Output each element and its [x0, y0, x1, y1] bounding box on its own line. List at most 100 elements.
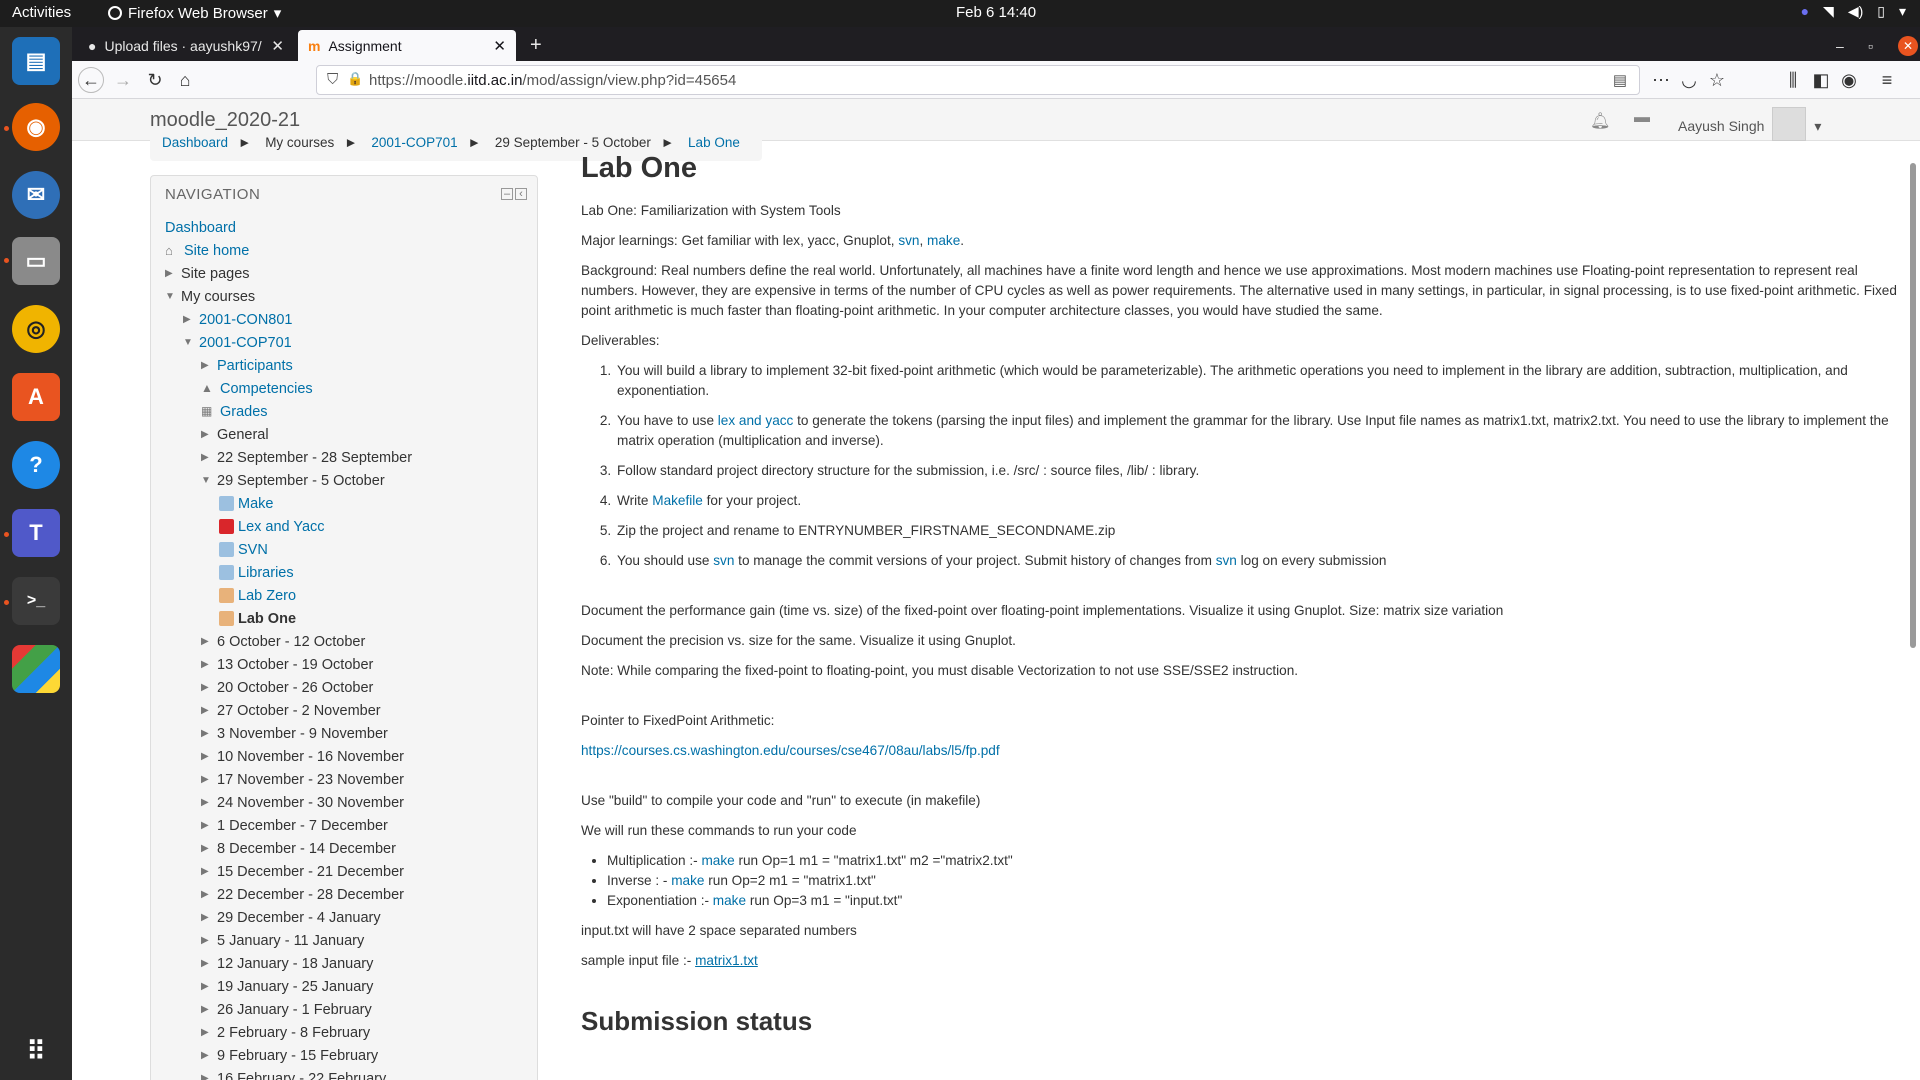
- hamburger-menu-icon[interactable]: ≡: [1874, 67, 1900, 93]
- close-icon[interactable]: ✕: [271, 37, 284, 55]
- nav-week-item[interactable]: ▶ 6 October - 12 October: [201, 630, 365, 653]
- nav-activity-lab-one[interactable]: Lab One: [238, 611, 296, 627]
- nav-week-item[interactable]: ▶ 27 October - 2 November: [201, 699, 381, 722]
- nav-week-item[interactable]: ▶ 26 January - 1 February: [201, 998, 372, 1021]
- nav-course-cop701[interactable]: 2001-COP701: [199, 335, 292, 351]
- library-icon[interactable]: ⫼: [1780, 67, 1806, 93]
- pocket-icon[interactable]: ◡: [1676, 67, 1702, 93]
- tab-assignment[interactable]: m Assignment ✕: [298, 30, 516, 61]
- home-button[interactable]: ⌂: [172, 67, 198, 93]
- nav-my-courses[interactable]: My courses: [181, 289, 255, 305]
- back-button[interactable]: ←: [78, 67, 104, 93]
- reload-button[interactable]: ↻: [142, 67, 168, 93]
- bookmark-star-icon[interactable]: ☆: [1704, 67, 1730, 93]
- svn-link[interactable]: svn: [898, 233, 919, 248]
- user-menu[interactable]: Aayush Singh ▾: [1678, 107, 1821, 143]
- close-icon[interactable]: ✕: [493, 37, 506, 55]
- nav-week-item[interactable]: ▶ 9 February - 15 February: [201, 1044, 378, 1067]
- clock[interactable]: Feb 6 14:40: [956, 4, 1036, 21]
- notifications-icon[interactable]: 🔔︎: [1590, 111, 1610, 131]
- expand-arrow-icon[interactable]: ▶: [201, 705, 217, 716]
- expand-arrow-icon[interactable]: ▶: [201, 452, 217, 463]
- nav-week-item[interactable]: ▶ 8 December - 14 December: [201, 837, 396, 860]
- app-menu[interactable]: Firefox Web Browser ▾: [108, 4, 281, 22]
- nav-activity-make[interactable]: Make: [238, 496, 273, 512]
- office-icon[interactable]: [12, 645, 60, 693]
- nav-week-item[interactable]: ▶ 20 October - 26 October: [201, 676, 373, 699]
- forward-button[interactable]: →: [110, 67, 136, 93]
- expand-arrow-icon[interactable]: ▶: [201, 360, 217, 371]
- apps-grid-icon[interactable]: ⠿: [12, 1027, 60, 1075]
- make-link[interactable]: make: [927, 233, 960, 248]
- teams-icon[interactable]: T: [12, 509, 60, 557]
- page-scrollbar[interactable]: [1910, 163, 1916, 648]
- minimize-icon[interactable]: –: [1826, 30, 1854, 61]
- power-menu-icon[interactable]: ▾: [1899, 3, 1906, 20]
- expand-arrow-icon[interactable]: ▶: [201, 728, 217, 739]
- makefile-link[interactable]: Makefile: [652, 493, 703, 508]
- software-icon[interactable]: A: [12, 373, 60, 421]
- wifi-icon[interactable]: ◥: [1823, 3, 1834, 20]
- expand-arrow-icon[interactable]: ▶: [201, 912, 217, 923]
- expand-arrow-icon[interactable]: ▶: [201, 429, 217, 440]
- nav-general[interactable]: General: [217, 427, 269, 443]
- make-link[interactable]: make: [671, 873, 704, 888]
- expand-arrow-icon[interactable]: ▶: [201, 889, 217, 900]
- nav-participants[interactable]: Participants: [217, 358, 293, 374]
- thunderbird-icon[interactable]: ✉: [12, 171, 60, 219]
- breadcrumb-course[interactable]: 2001-COP701: [371, 135, 457, 150]
- make-link[interactable]: make: [701, 853, 734, 868]
- collapse-icon[interactable]: –: [501, 188, 513, 200]
- nav-activity-lex-yacc[interactable]: Lex and Yacc: [238, 519, 325, 535]
- nav-week-item[interactable]: ▶ 17 November - 23 November: [201, 768, 404, 791]
- activities-button[interactable]: Activities: [12, 4, 71, 21]
- nav-dashboard[interactable]: Dashboard: [165, 220, 236, 236]
- nav-week-sep29[interactable]: 29 September - 5 October: [217, 473, 385, 489]
- nav-week-item[interactable]: ▶ 1 December - 7 December: [201, 814, 388, 837]
- url-bar[interactable]: ⛉ 🔒 https://moodle.iitd.ac.in/mod/assign…: [316, 65, 1640, 95]
- expand-arrow-icon[interactable]: ▶: [201, 682, 217, 693]
- dock-block-icon[interactable]: ‹: [515, 188, 527, 200]
- nav-site-home[interactable]: Site home: [184, 243, 249, 259]
- expand-arrow-icon[interactable]: ▶: [201, 958, 217, 969]
- expand-arrow-icon[interactable]: ▶: [201, 820, 217, 831]
- nav-week-sep22[interactable]: 22 September - 28 September: [217, 450, 412, 466]
- expand-arrow-icon[interactable]: ▶: [201, 774, 217, 785]
- new-tab-button[interactable]: +: [520, 30, 552, 61]
- nav-week-item[interactable]: ▶ 24 November - 30 November: [201, 791, 404, 814]
- nav-activity-lab-zero[interactable]: Lab Zero: [238, 588, 296, 604]
- sidebar-icon[interactable]: ◧: [1808, 67, 1834, 93]
- make-link[interactable]: make: [713, 893, 746, 908]
- writer-icon[interactable]: ▤: [12, 37, 60, 85]
- more-actions-icon[interactable]: ⋯: [1648, 67, 1674, 93]
- collapse-arrow-icon[interactable]: ▼: [183, 337, 199, 348]
- nav-week-item[interactable]: ▶ 16 February - 22 February: [201, 1067, 386, 1080]
- system-tray[interactable]: ● ◥ ◀) ▯ ▾: [1801, 3, 1906, 20]
- nav-week-item[interactable]: ▶ 22 December - 28 December: [201, 883, 404, 906]
- breadcrumb-lab-one[interactable]: Lab One: [688, 135, 740, 150]
- nav-week-item[interactable]: ▶ 2 February - 8 February: [201, 1021, 370, 1044]
- expand-arrow-icon[interactable]: ▶: [201, 1004, 217, 1015]
- lex-yacc-link[interactable]: lex and yacc: [718, 413, 794, 428]
- svn-link[interactable]: svn: [713, 553, 734, 568]
- nav-week-item[interactable]: ▶ 29 December - 4 January: [201, 906, 381, 929]
- files-icon[interactable]: ▭: [12, 237, 60, 285]
- nav-site-pages[interactable]: Site pages: [181, 266, 250, 282]
- help-icon[interactable]: ?: [12, 441, 60, 489]
- rhythmbox-icon[interactable]: ◎: [12, 305, 60, 353]
- collapse-arrow-icon[interactable]: ▼: [165, 291, 181, 302]
- expand-arrow-icon[interactable]: ▶: [183, 314, 199, 325]
- expand-arrow-icon[interactable]: ▶: [165, 268, 181, 279]
- collapse-arrow-icon[interactable]: ▼: [201, 475, 217, 486]
- expand-arrow-icon[interactable]: ▶: [201, 935, 217, 946]
- site-name[interactable]: moodle_2020-21: [150, 109, 300, 132]
- breadcrumb-dashboard[interactable]: Dashboard: [162, 135, 228, 150]
- window-close-icon[interactable]: ✕: [1888, 30, 1920, 61]
- nav-week-item[interactable]: ▶ 10 November - 16 November: [201, 745, 404, 768]
- shield-icon[interactable]: ⛉: [327, 71, 338, 88]
- expand-arrow-icon[interactable]: ▶: [201, 981, 217, 992]
- volume-icon[interactable]: ◀): [1848, 3, 1863, 20]
- expand-arrow-icon[interactable]: ▶: [201, 659, 217, 670]
- nav-week-item[interactable]: ▶ 3 November - 9 November: [201, 722, 388, 745]
- expand-arrow-icon[interactable]: ▶: [201, 751, 217, 762]
